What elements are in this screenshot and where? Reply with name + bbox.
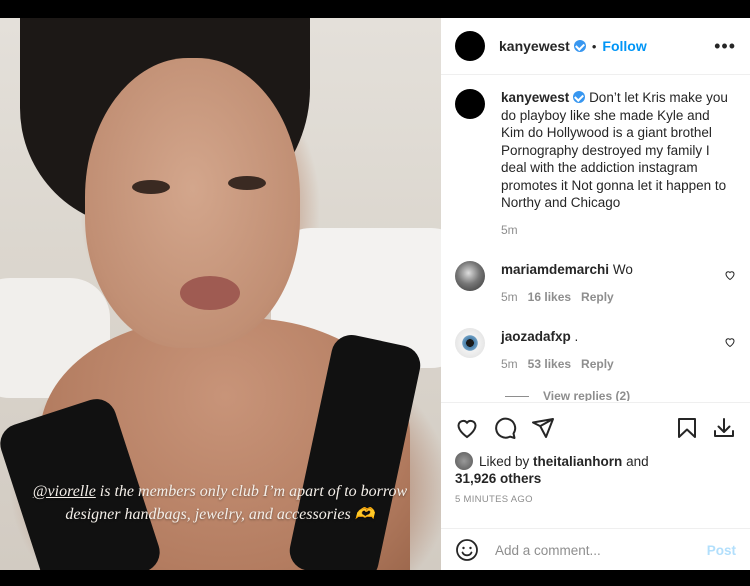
reply-button[interactable]: Reply [581, 290, 614, 304]
comment-text: . [574, 329, 579, 344]
liker-avatar [455, 452, 473, 470]
likes-middle: and [622, 454, 649, 469]
emoji-icon[interactable] [455, 538, 479, 562]
comment-time: 5m [501, 289, 518, 304]
comment-body: mariamdemarchi Wo 5m 16 likes Reply [501, 261, 724, 306]
heart-icon[interactable] [455, 416, 479, 440]
comment-text: Wo [612, 262, 633, 277]
post-photo[interactable]: @viorelle is the members only club I’m a… [0, 18, 441, 570]
caption-comment: kanyewest Don’t let Kris make you do pla… [441, 75, 750, 239]
send-icon[interactable] [531, 416, 555, 440]
comment-heart-icon[interactable] [724, 269, 736, 281]
photo-mouth [180, 276, 240, 310]
more-options-icon[interactable]: ••• [714, 36, 736, 57]
comment-icon[interactable] [493, 416, 517, 440]
comment-username[interactable]: mariamdemarchi [501, 262, 609, 277]
caption-text: is the members only club I’m apart of to… [65, 483, 408, 523]
comment-text: Don’t let Kris make you do playboy like … [501, 90, 728, 210]
likes-prefix: Liked by [479, 454, 534, 469]
verified-badge-icon [573, 40, 586, 52]
photo-eye-left [132, 180, 170, 194]
post-actions-bar [441, 402, 750, 453]
comment-likes[interactable]: 16 likes [528, 290, 571, 304]
comments-list[interactable]: kanyewest Don’t let Kris make you do pla… [441, 75, 750, 401]
comment-avatar[interactable] [455, 261, 485, 291]
comment-username[interactable]: jaozadafxp [501, 329, 571, 344]
caption-mention[interactable]: @viorelle [33, 483, 96, 500]
actions-right-group [676, 416, 736, 440]
post-side-panel: kanyewest • Follow ••• kanyewest Don’t l… [441, 18, 750, 570]
likes-others-count[interactable]: 31,926 others [455, 471, 541, 486]
download-icon[interactable] [712, 416, 736, 440]
comment-username[interactable]: kanyewest [501, 90, 569, 105]
post-timestamp: 5 MINUTES AGO [455, 494, 533, 505]
comment-item: jaozadafxp . 5m 53 likes Reply [441, 306, 750, 373]
comment-meta: 5m [501, 222, 736, 240]
likes-summary: Liked by theitalianhorn and 31,926 other… [455, 452, 736, 487]
comment-body: kanyewest Don’t let Kris make you do pla… [501, 89, 736, 239]
add-comment-bar: Post [441, 528, 750, 571]
comment-time: 5m [501, 356, 518, 371]
author-username[interactable]: kanyewest [499, 38, 570, 54]
reply-button[interactable]: Reply [581, 357, 614, 371]
comment-item: mariamdemarchi Wo 5m 16 likes Reply [441, 239, 750, 306]
comment-time: 5m [501, 222, 518, 237]
comment-meta: 5m 53 likes Reply [501, 356, 724, 374]
comment-avatar[interactable] [455, 89, 485, 119]
liker-username[interactable]: theitalianhorn [533, 454, 622, 469]
instagram-post-window: @viorelle is the members only club I’m a… [0, 18, 750, 570]
header-separator: • [591, 38, 597, 54]
comment-avatar[interactable] [455, 328, 485, 358]
bookmark-icon[interactable] [676, 416, 698, 440]
add-comment-input[interactable] [493, 541, 707, 559]
author-avatar[interactable] [455, 31, 485, 61]
comment-heart-icon[interactable] [724, 336, 736, 348]
story-caption-overlay: @viorelle is the members only club I’m a… [20, 480, 420, 526]
view-replies-button[interactable]: View replies (2) [505, 389, 750, 401]
post-comment-button[interactable]: Post [707, 543, 736, 558]
photo-eye-right [228, 176, 266, 190]
comment-meta: 5m 16 likes Reply [501, 289, 724, 307]
post-header: kanyewest • Follow ••• [441, 18, 750, 75]
follow-button[interactable]: Follow [602, 38, 646, 54]
comment-body: jaozadafxp . 5m 53 likes Reply [501, 328, 724, 373]
verified-badge-icon [573, 91, 586, 103]
comment-likes[interactable]: 53 likes [528, 357, 571, 371]
